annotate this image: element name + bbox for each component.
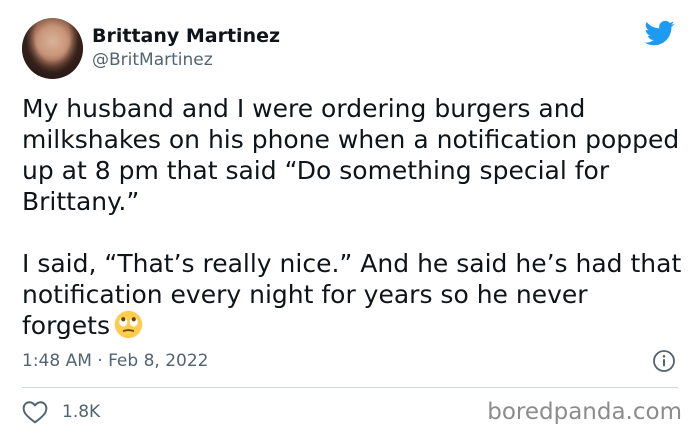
timestamp[interactable]: 1:48 AM · Feb 8, 2022 bbox=[22, 351, 208, 371]
user-handle[interactable]: @BritMartinez bbox=[92, 48, 280, 72]
heart-icon[interactable] bbox=[22, 400, 48, 424]
watermark: boredpanda.com bbox=[487, 399, 682, 425]
tweet-card: Brittany Martinez @BritMartinez My husba… bbox=[0, 0, 700, 441]
like-button[interactable]: 1.8K bbox=[22, 399, 100, 425]
avatar[interactable] bbox=[22, 17, 83, 79]
divider bbox=[22, 387, 678, 388]
like-count: 1.8K bbox=[62, 402, 101, 422]
tweet-header: Brittany Martinez @BritMartinez bbox=[22, 17, 280, 79]
tweet-metadata: 1:48 AM · Feb 8, 2022 bbox=[22, 349, 678, 373]
tweet-paragraph: My husband and I were ordering burgers a… bbox=[22, 94, 680, 216]
twitter-bird-icon[interactable] bbox=[642, 18, 678, 48]
user-info: Brittany Martinez @BritMartinez bbox=[92, 24, 280, 72]
display-name[interactable]: Brittany Martinez bbox=[92, 24, 280, 48]
rolling-eyes-emoji-icon bbox=[114, 310, 143, 339]
tweet-actions: 1.8K boredpanda.com bbox=[22, 399, 682, 427]
info-icon[interactable] bbox=[652, 349, 676, 373]
tweet-text: My husband and I were ordering burgers a… bbox=[22, 93, 682, 341]
tweet-paragraph: I said, “That’s really nice.” And he sai… bbox=[22, 249, 682, 340]
